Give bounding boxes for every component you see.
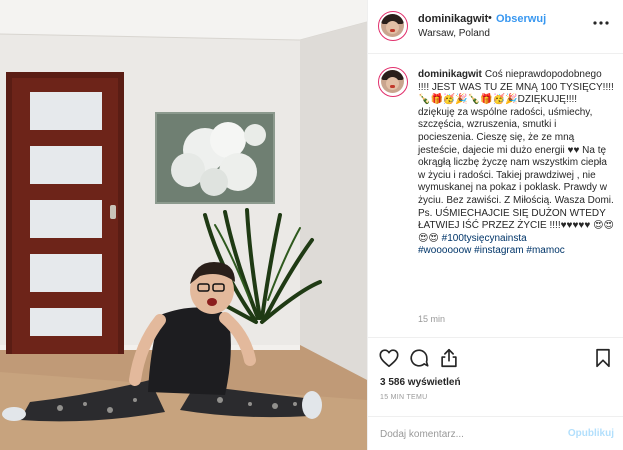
more-horizontal-icon[interactable] — [592, 14, 610, 32]
comment-input[interactable] — [380, 425, 540, 443]
caption-time-ago: 15 min — [418, 314, 446, 324]
publish-button[interactable]: Opublikuj — [568, 428, 614, 439]
views-count[interactable]: 3 586 wyświetleń — [380, 377, 461, 388]
post-header: dominikagwit • Obserwuj Warsaw, Poland — [368, 0, 623, 54]
heart-icon[interactable] — [378, 347, 400, 369]
caption-body: Coś nieprawdopodobnego !!!! JEST WAS TU … — [418, 69, 614, 244]
comment-form: Opublikuj — [368, 416, 623, 450]
caption-section: dominikagwit Coś nieprawdopodobnego !!!! … — [368, 55, 623, 337]
video-frame-illustration — [0, 0, 367, 450]
hashtag-link[interactable]: #mamoc — [526, 245, 564, 256]
bookmark-icon[interactable] — [592, 347, 614, 369]
location-link[interactable]: Warsaw, Poland — [418, 28, 490, 39]
caption-text: dominikagwit Coś nieprawdopodobnego !!!! … — [418, 69, 614, 258]
hashtag-link[interactable]: #woooooow — [418, 245, 471, 256]
profile-avatar[interactable] — [378, 11, 408, 41]
post-details-panel: dominikagwit • Obserwuj Warsaw, Poland d… — [367, 0, 623, 450]
caption-avatar[interactable] — [378, 67, 408, 97]
hashtag-link[interactable]: #100tysięcynainsta — [442, 233, 527, 244]
share-upload-icon[interactable] — [438, 347, 460, 369]
post-media-video[interactable] — [0, 0, 367, 450]
hashtag-link[interactable]: #instagram — [474, 245, 523, 256]
follow-button[interactable]: Obserwuj — [496, 13, 546, 25]
header-username[interactable]: dominikagwit — [418, 13, 488, 25]
comment-bubble-icon[interactable] — [408, 347, 430, 369]
caption-username[interactable]: dominikagwit — [418, 69, 482, 80]
post-timestamp: 15 MIN TEMU — [380, 394, 428, 401]
separator-dot: • — [488, 12, 492, 24]
